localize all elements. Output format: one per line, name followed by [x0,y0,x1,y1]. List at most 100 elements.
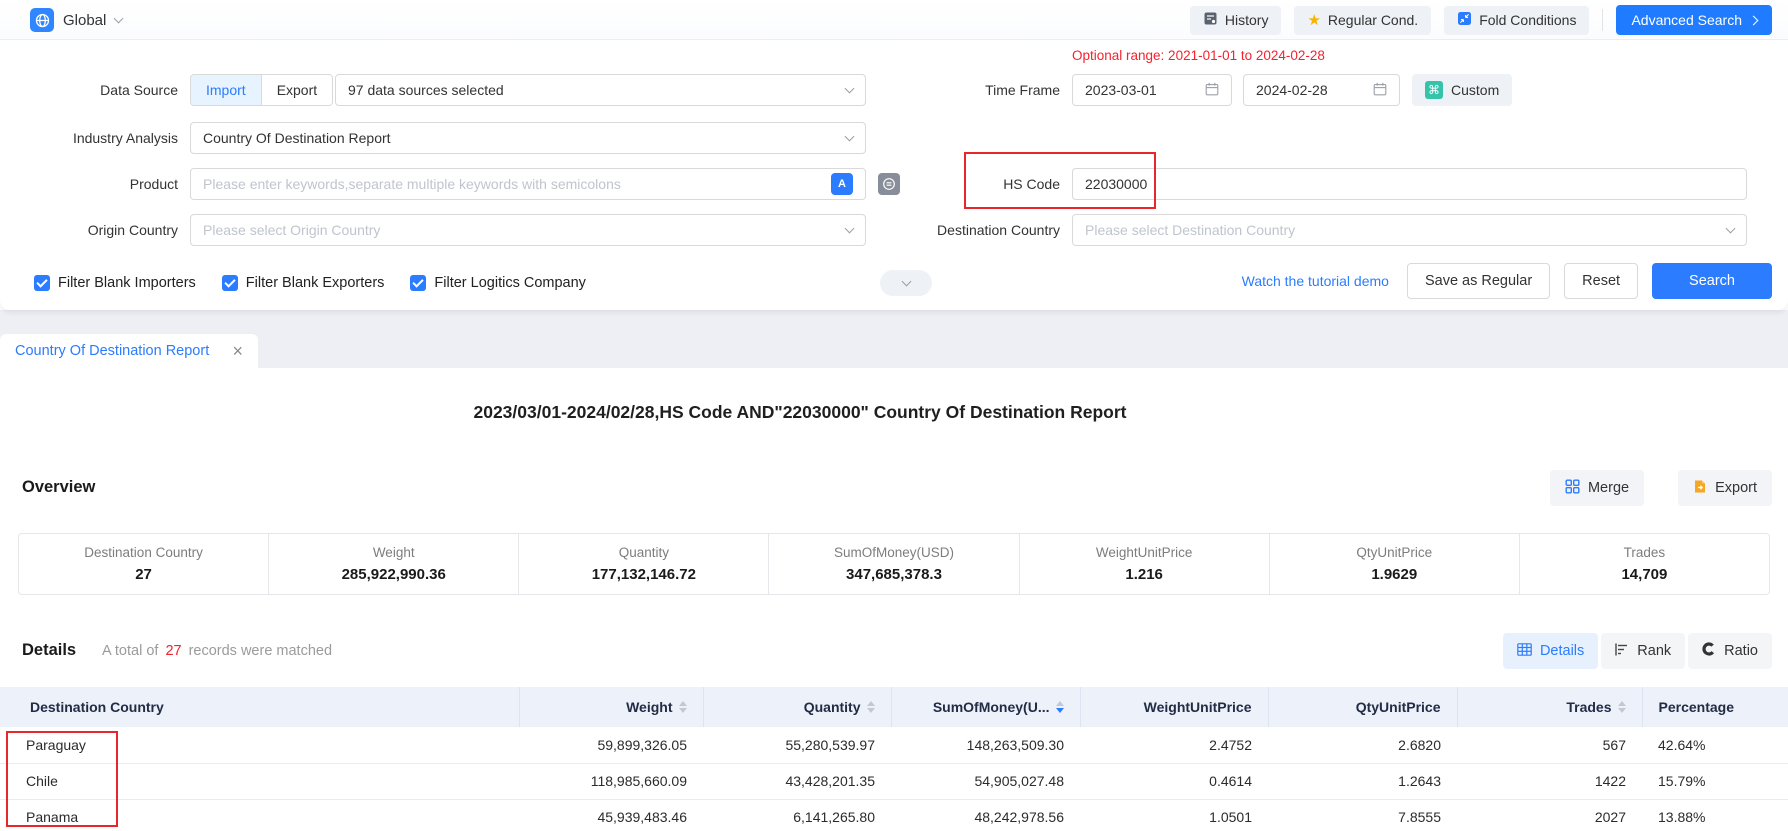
checkbox-checked-icon [222,275,238,291]
col-weight[interactable]: Weight [519,687,703,727]
table-icon [1517,643,1532,660]
product-label: Product [0,168,178,200]
destination-country-select[interactable]: Please select Destination Country [1072,214,1747,246]
stat-weight: Weight 285,922,990.36 [268,534,518,594]
collapse-form-button[interactable] [880,270,932,296]
overview-stats-bar: Destination Country 27 Weight 285,922,99… [18,533,1770,595]
import-toggle[interactable]: Import [191,75,261,105]
date-end-field[interactable]: 2024-02-28 [1243,74,1400,106]
stat-trades: Trades 14,709 [1519,534,1769,594]
data-source-segmented: Import Export [190,74,333,106]
destination-country-label: Destination Country [856,214,1060,246]
reset-button[interactable]: Reset [1564,263,1638,299]
trade-analytics-app: Global History ★ Regular Cond. [0,0,1788,831]
tab-strip: Country Of Destination Report × [0,310,1788,368]
col-weight-unit-price: WeightUnitPrice [1080,687,1268,727]
export-toggle[interactable]: Export [261,75,332,105]
close-icon[interactable]: × [232,342,243,360]
hs-code-input[interactable] [1085,176,1734,192]
hs-code-field [1072,168,1747,200]
table-header-row: Destination Country Weight Quantity SumO… [0,687,1788,727]
tab-country-of-destination-report[interactable]: Country Of Destination Report × [0,334,258,368]
origin-country-select[interactable]: Please select Origin Country [190,214,866,246]
time-frame-label: Time Frame [880,74,1060,106]
table-row-panama[interactable]: Panama 45,939,483.46 6,141,265.80 48,242… [0,799,1788,831]
col-quantity[interactable]: Quantity [703,687,891,727]
filter-blank-exporters-checkbox[interactable]: Filter Blank Exporters [222,275,385,291]
record-count: 27 [158,643,188,659]
export-button[interactable]: Export [1678,470,1772,506]
custom-range-button[interactable]: ⌘ Custom [1412,74,1512,106]
chevron-down-icon [845,131,855,141]
top-bar: Global History ★ Regular Cond. [0,0,1788,40]
data-source-label: Data Source [0,74,178,106]
sort-icons[interactable] [679,701,687,713]
product-field: A [190,168,866,200]
chevron-down-icon [845,83,855,93]
overview-heading: Overview [22,478,95,497]
regular-cond-button[interactable]: ★ Regular Cond. [1294,6,1431,35]
translate-icon[interactable]: A [831,173,853,195]
chevron-down-icon [845,223,855,233]
industry-analysis-label: Industry Analysis [0,122,178,154]
region-label: Global [63,12,106,29]
view-ratio-button[interactable]: Ratio [1688,633,1772,669]
history-icon [1203,11,1218,29]
view-details-button[interactable]: Details [1503,633,1598,669]
checkbox-checked-icon [410,275,426,291]
filter-blank-importers-checkbox[interactable]: Filter Blank Importers [34,275,196,291]
hs-code-label: HS Code [880,168,1060,200]
view-toggle: Details Rank Ratio [1503,633,1772,669]
col-percentage: Percentage [1642,687,1788,727]
tutorial-demo-link[interactable]: Watch the tutorial demo [1242,273,1389,289]
rank-bars-icon [1615,643,1629,660]
fold-conditions-button[interactable]: Fold Conditions [1444,6,1589,35]
table-row-chile[interactable]: Chile 118,985,660.09 43,428,201.35 54,90… [0,763,1788,799]
divider [1602,9,1603,31]
export-icon [1693,479,1707,498]
origin-country-label: Origin Country [0,214,178,246]
report-title: 2023/03/01-2024/02/28,HS Code AND"220300… [0,402,1600,423]
view-rank-button[interactable]: Rank [1601,633,1685,669]
industry-analysis-select[interactable]: Country Of Destination Report [190,122,866,154]
checkbox-checked-icon [34,275,50,291]
details-summary: A total of27records were matched [102,643,332,659]
details-heading: Details [22,641,76,660]
sort-icons-active-desc[interactable] [1056,701,1064,713]
table-row-paraguay[interactable]: Paraguay 59,899,326.05 55,280,539.97 148… [0,727,1788,763]
col-destination-country: Destination Country [0,687,519,727]
star-icon: ★ [1307,13,1320,28]
calendar-icon [1205,82,1219,99]
search-button[interactable]: Search [1652,263,1772,299]
sort-icons[interactable] [867,701,875,713]
filter-checkbox-row: Filter Blank Importers Filter Blank Expo… [34,266,586,300]
col-trades[interactable]: Trades [1457,687,1642,727]
optional-range-note: Optional range: 2021-01-01 to 2024-02-28 [1072,48,1325,63]
form-actions: Watch the tutorial demo Save as Regular … [1242,262,1772,300]
col-qty-unit-price: QtyUnitPrice [1268,687,1457,727]
col-sum-of-money[interactable]: SumOfMoney(U... [891,687,1080,727]
custom-icon: ⌘ [1425,81,1443,99]
data-sources-select[interactable]: 97 data sources selected [335,74,866,106]
top-bar-actions: History ★ Regular Cond. Fold Conditions … [1190,5,1772,35]
donut-chart-icon [1702,642,1716,660]
advanced-search-button[interactable]: Advanced Search [1616,5,1772,35]
history-button[interactable]: History [1190,6,1282,35]
sort-icons[interactable] [1618,701,1626,713]
product-input[interactable] [203,176,823,192]
merge-icon [1565,479,1580,498]
chevron-down-icon [1726,223,1736,233]
region-switcher[interactable]: Global [30,7,122,33]
stat-quantity: Quantity 177,132,146.72 [518,534,768,594]
fold-icon [1457,11,1472,29]
date-start-field[interactable]: 2023-03-01 [1072,74,1232,106]
stat-destination-country: Destination Country 27 [19,534,268,594]
report-content: 2023/03/01-2024/02/28,HS Code AND"220300… [0,368,1788,831]
globe-icon [30,8,54,32]
filter-logitics-company-checkbox[interactable]: Filter Logitics Company [410,275,586,291]
calendar-icon [1373,82,1387,99]
save-as-regular-button[interactable]: Save as Regular [1407,263,1550,299]
stat-sum-of-money: SumOfMoney(USD) 347,685,378.3 [768,534,1018,594]
merge-button[interactable]: Merge [1550,470,1644,506]
chevron-down-icon [114,13,124,23]
